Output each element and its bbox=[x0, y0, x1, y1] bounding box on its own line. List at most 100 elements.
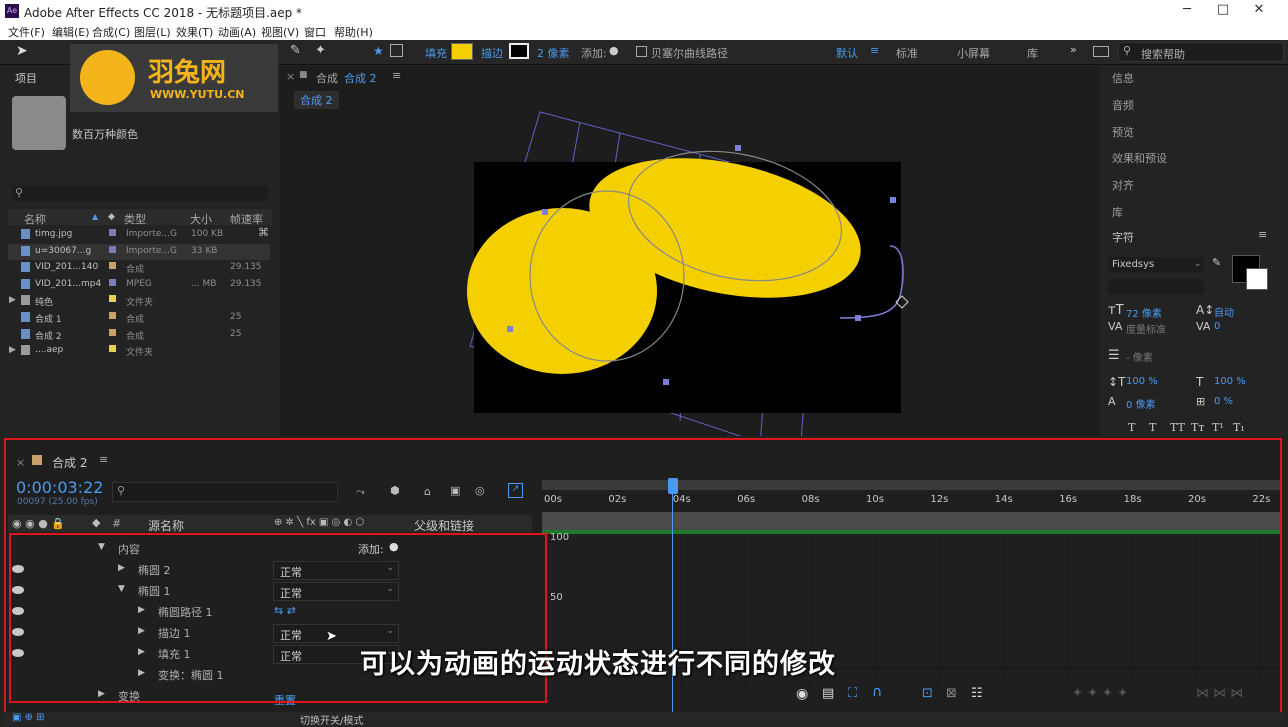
sort-icon[interactable]: ▲ bbox=[92, 212, 98, 221]
sync-icon[interactable] bbox=[1093, 46, 1109, 57]
panel-item[interactable]: 对齐 bbox=[1112, 177, 1134, 193]
pin-tool-icon[interactable]: ✦ bbox=[315, 43, 326, 58]
layer-property-row[interactable]: ▶ 变换 bbox=[8, 686, 523, 707]
workspace-default[interactable]: 默认 bbox=[836, 45, 858, 61]
expand-arrow-icon[interactable]: ▶ bbox=[138, 626, 145, 636]
fill-swatch[interactable] bbox=[451, 43, 473, 60]
separate-dimensions-icon[interactable]: ☷ bbox=[971, 686, 983, 701]
label-color[interactable] bbox=[109, 229, 116, 236]
panel-item[interactable]: 音频 bbox=[1112, 97, 1134, 113]
workspace-library[interactable]: 库 bbox=[1027, 45, 1038, 61]
expand-arrow-icon[interactable]: ▶ bbox=[138, 668, 145, 678]
expand-arrow-icon[interactable]: ▶ bbox=[138, 605, 145, 615]
blend-mode-select[interactable]: 正常 ⌄ bbox=[273, 561, 399, 580]
easy-ease-icon[interactable]: ⋈ ⋈ ⋈ bbox=[1196, 686, 1243, 701]
col-size[interactable]: 大小 bbox=[190, 211, 212, 227]
more-workspaces-icon[interactable]: » bbox=[1070, 43, 1077, 56]
workspace-small[interactable]: 小屏幕 bbox=[957, 45, 990, 61]
grid-icon[interactable] bbox=[390, 44, 403, 57]
label-color[interactable] bbox=[109, 262, 116, 270]
bezier-checkbox[interactable] bbox=[636, 46, 647, 57]
graph-type-icon[interactable]: ▤ bbox=[822, 686, 834, 701]
eye-icon[interactable] bbox=[12, 649, 24, 657]
graph-editor-icon[interactable]: ↗ bbox=[508, 483, 523, 498]
snap-icon[interactable]: ∩ bbox=[872, 684, 882, 700]
font-size-value[interactable]: 72 像素 bbox=[1126, 305, 1162, 320]
layer-property-row[interactable]: ▼ 内容 添加: ● bbox=[8, 539, 523, 560]
selection-tool-icon[interactable]: ➤ bbox=[16, 43, 28, 59]
minimize-icon[interactable]: ─ bbox=[1172, 2, 1202, 22]
timecode[interactable]: 0:00:03:22 bbox=[16, 478, 103, 497]
keyframe-interp-icon[interactable]: ✦ ✦ ✦ ✦ bbox=[1072, 686, 1128, 701]
label-color[interactable] bbox=[109, 312, 116, 319]
panel-item[interactable]: 库 bbox=[1112, 204, 1123, 220]
shy-icon[interactable]: ⌂ bbox=[424, 485, 431, 498]
project-tab[interactable]: 项目 bbox=[15, 70, 37, 86]
menu-effect[interactable]: 效果(T) bbox=[176, 24, 213, 40]
project-item[interactable]: 合成 2 合成 25 bbox=[8, 327, 270, 343]
menu-view[interactable]: 视图(V) bbox=[261, 24, 299, 40]
expand-arrow-icon[interactable]: ▶ bbox=[9, 295, 16, 305]
panel-item[interactable]: 效果和预设 bbox=[1112, 150, 1167, 166]
workspace-menu-icon[interactable]: ≡ bbox=[870, 44, 879, 57]
font-select[interactable]: Fixedsys ⌄ bbox=[1108, 257, 1204, 272]
vscale-value[interactable]: 100 % bbox=[1126, 376, 1158, 387]
timeline-menu-icon[interactable]: ≡ bbox=[99, 453, 108, 466]
text-style-button[interactable]: TT bbox=[1170, 421, 1185, 434]
blend-mode-select[interactable]: 正常 ⌄ bbox=[273, 582, 399, 601]
kerning-value[interactable]: 度量标准 bbox=[1126, 321, 1166, 336]
expand-arrow-icon[interactable]: ▶ bbox=[98, 689, 105, 699]
eye-icon[interactable]: ◉ bbox=[796, 686, 808, 702]
fit-selection-icon[interactable]: ⊠ bbox=[946, 686, 957, 701]
mode-toggle[interactable]: 切换开关/模式 bbox=[300, 712, 363, 727]
project-item[interactable]: ▶ 纯色 文件夹 bbox=[8, 293, 270, 309]
add-property-icon[interactable]: ● bbox=[389, 540, 399, 553]
collapse-arrow-icon[interactable]: ▼ bbox=[118, 584, 125, 594]
text-style-button[interactable]: T¹ bbox=[1212, 421, 1224, 434]
transform-box-icon[interactable]: ⛶ bbox=[848, 686, 857, 701]
layer-property-row[interactable]: ▼ 椭圆 1 正常 ⌄ bbox=[8, 581, 523, 602]
label-color[interactable] bbox=[109, 278, 116, 286]
eye-icon[interactable] bbox=[12, 607, 24, 615]
layer-search[interactable]: ⚲ bbox=[112, 482, 338, 502]
collapse-arrow-icon[interactable]: ▼ bbox=[98, 542, 105, 552]
draft-3d-icon[interactable]: ⬢ bbox=[390, 484, 400, 497]
stroke-width[interactable]: 2 像素 bbox=[537, 45, 570, 61]
col-type[interactable]: 类型 bbox=[124, 211, 146, 227]
panel-item[interactable]: 信息 bbox=[1112, 70, 1134, 86]
tracking-value[interactable]: 0 bbox=[1214, 321, 1220, 332]
workspace-standard[interactable]: 标准 bbox=[896, 45, 918, 61]
project-item[interactable]: VID_201...140 合成 29.135 bbox=[8, 260, 270, 276]
toggle-panel-icon[interactable]: ▣ ⊕ ⊞ bbox=[12, 712, 45, 723]
col-name[interactable]: 名称 bbox=[24, 211, 46, 227]
expand-arrow-icon[interactable]: ▶ bbox=[138, 647, 145, 657]
layer-property-row[interactable]: ▶ 椭圆路径 1 ⇆ ⇄ bbox=[8, 602, 523, 623]
menu-layer[interactable]: 图层(L) bbox=[134, 24, 171, 40]
menu-edit[interactable]: 编辑(E) bbox=[52, 24, 90, 40]
layer-duration-bar[interactable] bbox=[542, 512, 1280, 530]
label-color[interactable] bbox=[109, 295, 116, 303]
project-item[interactable]: timg.jpg Importe...G 100 KB bbox=[8, 227, 270, 243]
star-icon[interactable]: ★ bbox=[373, 44, 384, 58]
baseline-value[interactable]: 0 像素 bbox=[1126, 396, 1156, 411]
help-search[interactable]: ⚲ 搜索帮助 bbox=[1118, 42, 1284, 62]
fit-all-icon[interactable]: ⊡ bbox=[922, 686, 933, 701]
layer-property-row[interactable]: ▶ 椭圆 2 正常 ⌄ bbox=[8, 560, 523, 581]
frame-blend-icon[interactable]: ▣ bbox=[450, 484, 460, 497]
text-style-button[interactable]: Tт bbox=[1191, 421, 1204, 434]
close-icon[interactable]: ✕ bbox=[1244, 2, 1274, 22]
menu-file[interactable]: 文件(F) bbox=[8, 24, 45, 40]
stroke-swatch[interactable] bbox=[509, 43, 529, 59]
label-color[interactable] bbox=[109, 328, 116, 336]
playhead-line[interactable] bbox=[672, 492, 673, 720]
project-item[interactable]: ▶ ....aep 文件夹 bbox=[8, 343, 270, 359]
pen-tool-icon[interactable]: ✎ bbox=[290, 43, 301, 58]
leading-value[interactable]: 自动 bbox=[1214, 304, 1234, 319]
eye-icon[interactable] bbox=[12, 628, 24, 636]
expand-arrow-icon[interactable]: ▶ bbox=[118, 563, 125, 573]
tsume-value[interactable]: 0 % bbox=[1214, 396, 1233, 407]
motion-blur-icon[interactable]: ◎ bbox=[475, 484, 485, 497]
eyedropper-icon[interactable]: ✎ bbox=[1212, 256, 1221, 269]
project-item[interactable]: 合成 1 合成 25 bbox=[8, 310, 270, 326]
label-color[interactable] bbox=[109, 345, 116, 353]
